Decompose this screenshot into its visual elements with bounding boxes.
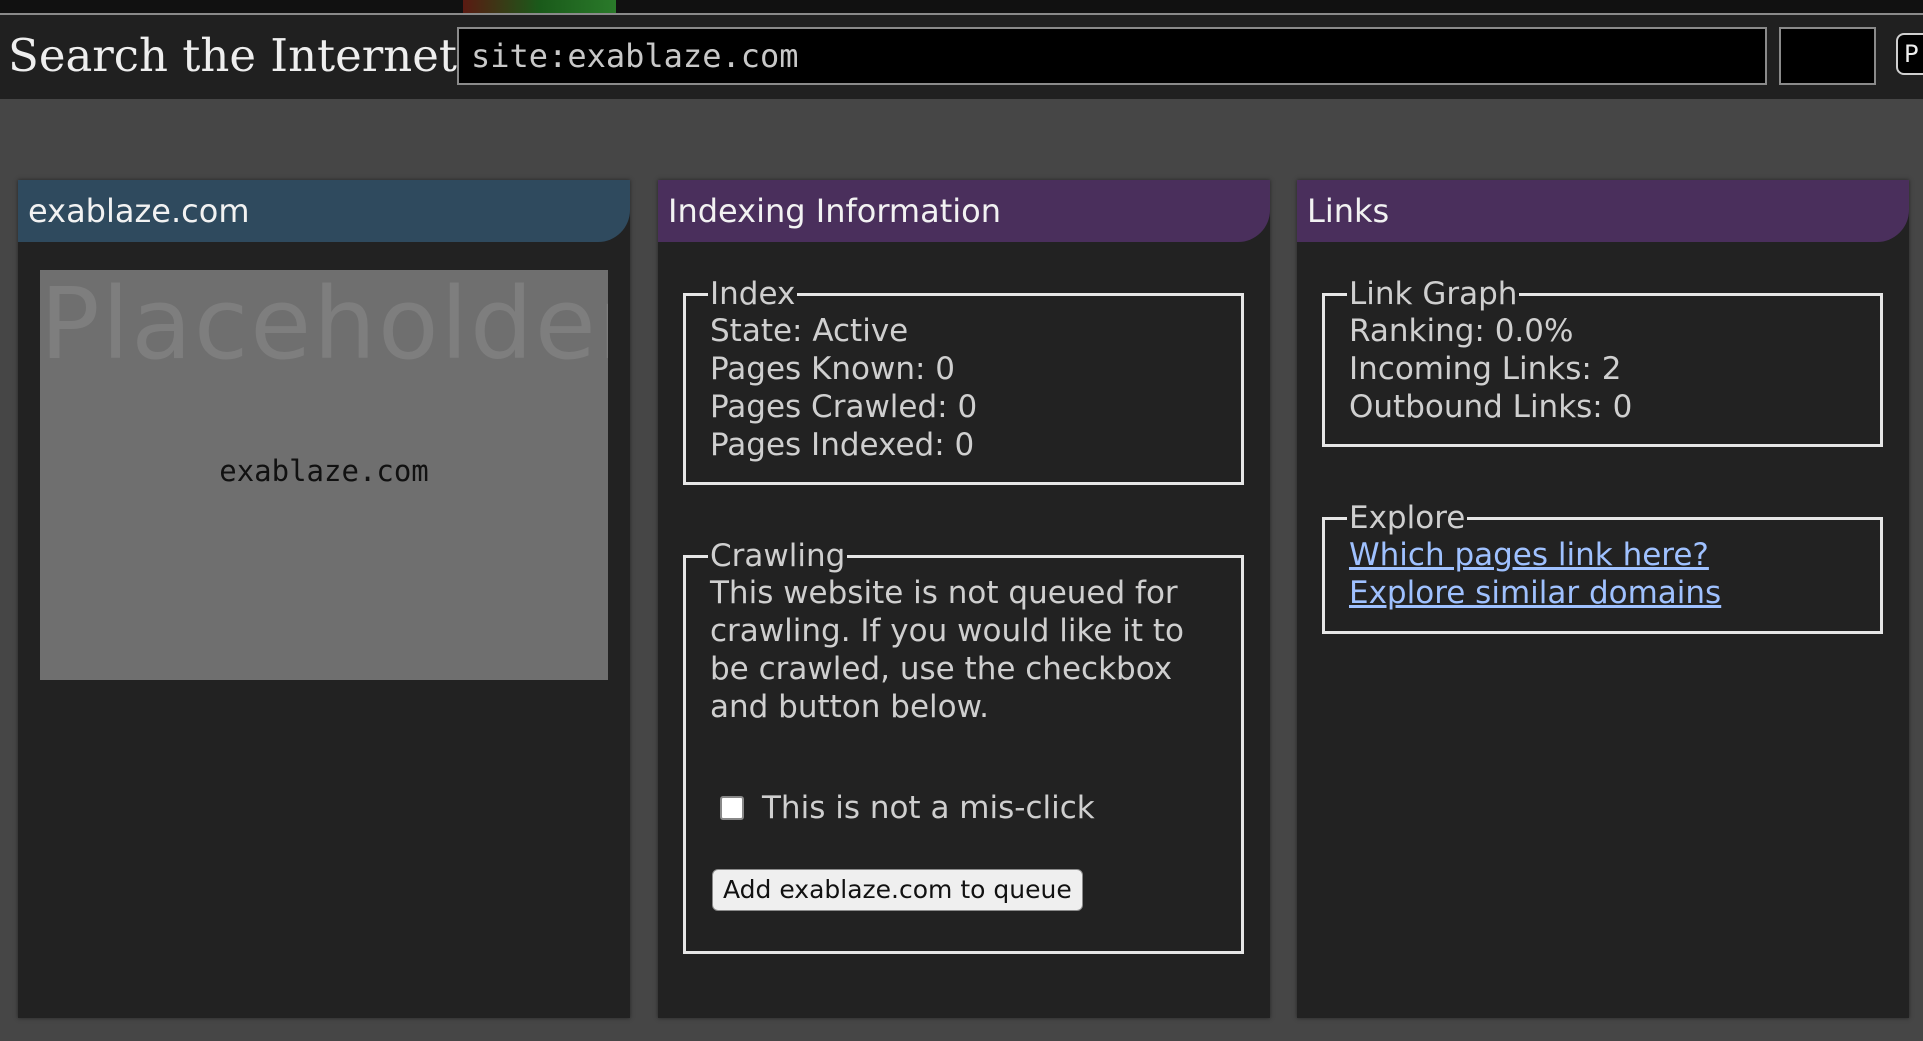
top-accent-bar bbox=[463, 0, 616, 14]
links-card: Links Link Graph Ranking: 0.0% Incoming … bbox=[1297, 180, 1909, 1018]
search-input[interactable] bbox=[457, 27, 1767, 85]
index-state: State: Active bbox=[710, 313, 909, 349]
explore-legend: Explore bbox=[1349, 500, 1466, 536]
site-card: exablaze.com Placeholder exablaze.com bbox=[18, 180, 630, 1018]
search-title: Search the Internet bbox=[8, 29, 457, 82]
link-graph-fieldset: Link Graph Ranking: 0.0% Incoming Links:… bbox=[1322, 276, 1883, 447]
explore-similar-domains-link[interactable]: Explore similar domains bbox=[1349, 574, 1856, 612]
index-pages-crawled: Pages Crawled: 0 bbox=[710, 389, 978, 425]
indexing-card-header: Indexing Information bbox=[658, 180, 1270, 242]
crawling-legend: Crawling bbox=[710, 538, 846, 574]
index-pages-known: Pages Known: 0 bbox=[710, 351, 956, 387]
search-bar: Search the Internet P bbox=[0, 15, 1923, 99]
index-fieldset: Index State: Active Pages Known: 0 Pages… bbox=[683, 276, 1244, 485]
misclick-checkbox-label: This is not a mis-click bbox=[762, 790, 1095, 826]
link-graph-incoming: Incoming Links: 2 bbox=[1349, 351, 1622, 387]
misclick-checkbox-row[interactable]: This is not a mis-click bbox=[720, 790, 1095, 826]
link-graph-outbound: Outbound Links: 0 bbox=[1349, 389, 1633, 425]
misclick-checkbox[interactable] bbox=[720, 796, 744, 820]
site-card-header: exablaze.com bbox=[18, 180, 630, 242]
placeholder-watermark: Placeholder bbox=[40, 270, 608, 382]
which-pages-link-here-link[interactable]: Which pages link here? bbox=[1349, 536, 1856, 574]
explore-fieldset: Explore Which pages link here? Explore s… bbox=[1322, 500, 1883, 634]
crawling-fieldset: Crawling This website is not queued for … bbox=[683, 538, 1244, 954]
indexing-card: Indexing Information Index State: Active… bbox=[658, 180, 1270, 1018]
index-legend: Index bbox=[710, 276, 796, 312]
link-graph-ranking: Ranking: 0.0% bbox=[1349, 313, 1574, 349]
index-pages-indexed: Pages Indexed: 0 bbox=[710, 427, 975, 463]
extra-button[interactable]: P bbox=[1896, 33, 1923, 75]
add-to-queue-button[interactable]: Add exablaze.com to queue bbox=[712, 869, 1083, 911]
search-button[interactable] bbox=[1779, 27, 1876, 85]
placeholder-domain: exablaze.com bbox=[219, 454, 429, 488]
top-strip bbox=[0, 0, 1923, 15]
links-card-header: Links bbox=[1297, 180, 1909, 242]
link-graph-legend: Link Graph bbox=[1349, 276, 1518, 312]
crawling-description: This website is not queued for crawling.… bbox=[710, 575, 1184, 725]
site-screenshot-placeholder: Placeholder exablaze.com bbox=[40, 270, 608, 680]
